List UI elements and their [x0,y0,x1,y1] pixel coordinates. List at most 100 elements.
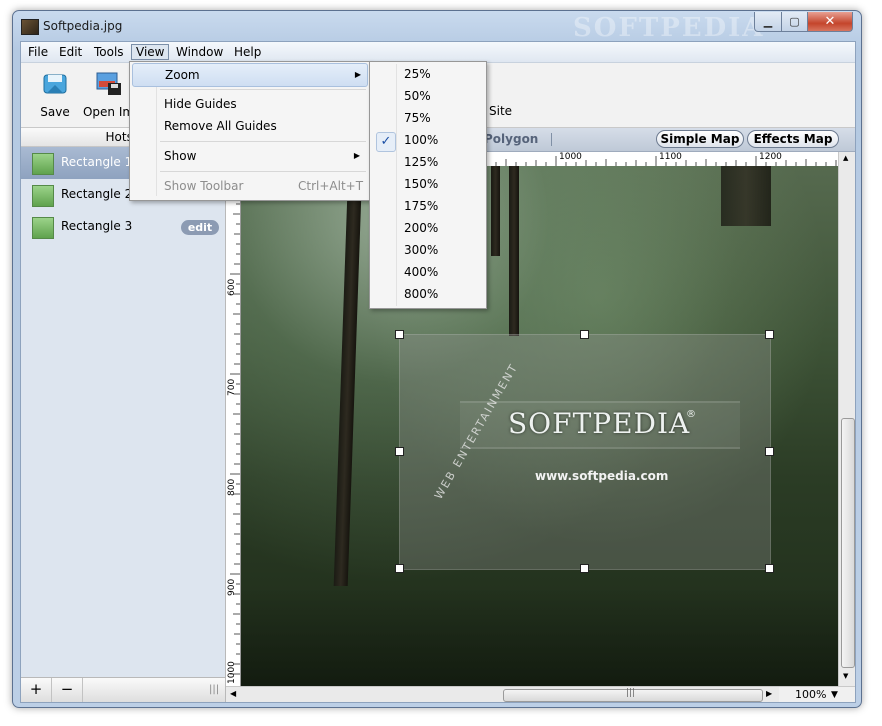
edit-hotspot-button[interactable]: edit [181,220,219,235]
menu-item-hide-guides[interactable]: Hide Guides [132,93,366,115]
scroll-grip: ||| [626,688,636,698]
hotspot-list: Rectangle 1 Rectangle 2 Rectangle 3 edit [21,147,225,677]
zoom-option-400[interactable]: 400% [372,261,484,283]
horizontal-scrollbar[interactable]: ◀ ||| ▶ [226,686,779,702]
add-hotspot-button[interactable]: + [21,678,52,702]
tree-trunk [333,166,363,586]
menu-view[interactable]: View [131,44,170,60]
zoom-submenu: ✓ 25% 50% 75% 100% 125% 150% 175% 200% 3… [369,61,487,309]
zoom-option-label: 150% [404,177,439,191]
resize-handle-w[interactable] [395,447,404,456]
hotspot-label: Rectangle 3 [61,219,133,233]
title-bar[interactable]: Softpedia.jpg SOFTPEDIA ▁ ▢ ✕ [13,11,861,43]
scroll-up-icon[interactable]: ▲ [843,154,848,162]
menu-separator [160,89,366,90]
resize-handle-ne[interactable] [765,330,774,339]
vertical-scroll-thumb[interactable] [841,418,855,668]
sidebar-footer: + − ||| [21,677,225,702]
menu-separator [160,141,366,142]
hotspot-sidebar: Hotsp Rectangle 1 Rectangle 2 Rectangle … [21,128,226,702]
zoom-option-200[interactable]: 200% [372,217,484,239]
scroll-left-icon[interactable]: ◀ [230,689,236,698]
zoom-option-label: 25% [404,67,431,81]
menu-window[interactable]: Window [172,44,227,60]
simple-map-button[interactable]: Simple Map [656,130,744,148]
maximize-button[interactable]: ▢ [781,12,808,32]
minimize-button[interactable]: ▁ [754,12,782,32]
zoom-option-75[interactable]: 75% [372,107,484,129]
menu-separator [160,171,366,172]
hotspot-item-rectangle-3[interactable]: Rectangle 3 edit [21,211,225,243]
resize-handle-nw[interactable] [395,330,404,339]
save-icon [43,74,67,94]
zoom-option-150[interactable]: 150% [372,173,484,195]
horizontal-scroll-thumb[interactable]: ||| [503,688,763,702]
save-label: Save [40,105,70,119]
zoom-option-125[interactable]: 125% [372,151,484,173]
resize-handle-s[interactable] [580,564,589,573]
zoom-option-label: 400% [404,265,439,279]
ruler-ticks [230,173,240,675]
resize-grip[interactable]: ||| [209,684,219,695]
menu-item-label: Hide Guides [164,97,237,111]
zoom-option-25[interactable]: 25% [372,63,484,85]
menu-file[interactable]: File [24,44,52,60]
tree-trunk [491,166,500,256]
menu-edit[interactable]: Edit [55,44,86,60]
rectangle-shape-icon [32,185,54,207]
hotspot-label: Rectangle 2 [61,187,133,201]
zoom-option-label: 200% [404,221,439,235]
polygon-tool[interactable]: Polygon [484,132,538,146]
save-button[interactable]: Save [25,69,85,121]
menu-tools[interactable]: Tools [90,44,128,60]
menu-item-label: Show [164,149,197,163]
vertical-ruler[interactable]: 600 700 800 900 1000 [226,166,241,686]
zoom-option-100[interactable]: 100% [372,129,484,151]
zoom-option-label: 800% [404,287,439,301]
zoom-option-label: 125% [404,155,439,169]
menu-help[interactable]: Help [230,44,265,60]
image-canvas[interactable]: SOFTPEDIA ® www.softpedia.com WEB ENTERT… [241,166,838,686]
ruler-label: 1000 [559,152,582,162]
zoom-option-800[interactable]: 800% [372,283,484,305]
resize-handle-n[interactable] [580,330,589,339]
close-button[interactable]: ✕ [807,12,853,32]
menu-item-zoom[interactable]: Zoom ▶ [132,63,368,87]
scroll-right-icon[interactable]: ▶ [766,689,772,698]
ruler-label: 1100 [659,152,682,162]
menu-item-show-toolbar: Show Toolbar Ctrl+Alt+T [132,175,366,197]
ruler-label: 1200 [759,152,782,162]
zoom-option-50[interactable]: 50% [372,85,484,107]
menu-item-remove-all-guides[interactable]: Remove All Guides [132,115,366,137]
submenu-arrow-icon: ▶ [353,151,360,160]
ruler-label: 1000 [227,661,237,684]
window-title: Softpedia.jpg [43,19,123,33]
remove-hotspot-button[interactable]: − [52,678,83,702]
menu-bar: File Edit Tools View Window Help [21,42,855,63]
menu-item-label: Remove All Guides [164,119,277,133]
resize-handle-e[interactable] [765,447,774,456]
ruler-label: 600 [227,278,237,296]
registered-mark: ® [686,409,696,420]
menu-item-label: Show Toolbar [164,179,244,193]
resize-handle-sw[interactable] [395,564,404,573]
open-image-icon [96,72,121,95]
zoom-option-label: 300% [404,243,439,257]
effects-map-button[interactable]: Effects Map [747,130,839,148]
zoom-option-300[interactable]: 300% [372,239,484,261]
zoom-option-175[interactable]: 175% [372,195,484,217]
tree-trunk [509,166,519,336]
tree-trunk [721,166,771,226]
submenu-arrow-icon: ▶ [354,70,361,79]
forest-floor [241,586,838,686]
resize-handle-se[interactable] [765,564,774,573]
toolbar-site-label[interactable]: Site [489,104,512,118]
hotspot-rectangle-selection[interactable]: SOFTPEDIA ® www.softpedia.com WEB ENTERT… [399,334,771,570]
menu-item-shortcut: Ctrl+Alt+T [298,179,364,193]
softpedia-url: www.softpedia.com [535,469,669,483]
scroll-down-icon[interactable]: ▼ [843,672,848,680]
menu-item-show[interactable]: Show ▶ [132,145,366,167]
vertical-scrollbar[interactable]: ▲ ▼ [838,152,855,686]
zoom-level-dropdown[interactable]: 100% ▼ [779,686,855,702]
chevron-down-icon: ▼ [831,690,838,700]
